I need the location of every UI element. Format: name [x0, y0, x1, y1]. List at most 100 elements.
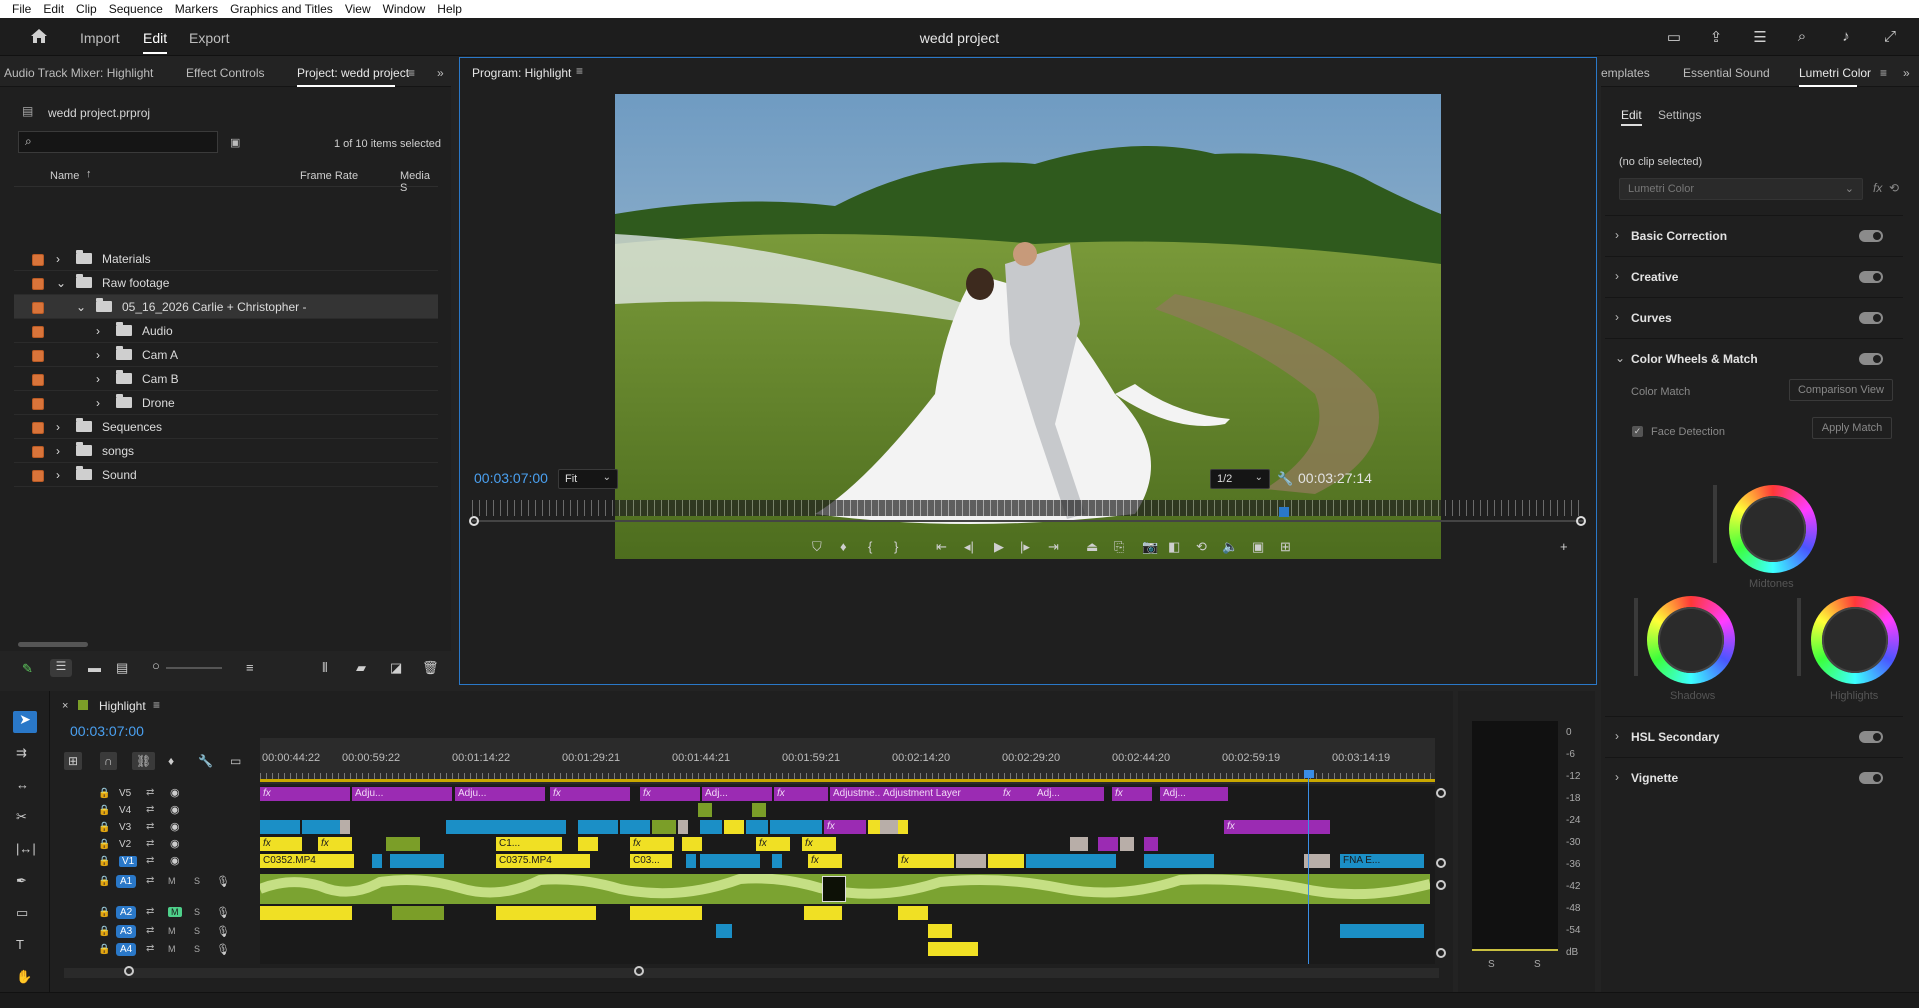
toggle-switch[interactable] [1859, 772, 1883, 784]
timeline-clip[interactable] [772, 854, 782, 868]
project-item-row[interactable]: › Audio [14, 319, 438, 343]
timeline-clip[interactable]: fx [550, 787, 630, 801]
project-item-row[interactable]: › Drone [14, 391, 438, 415]
timeline-clip[interactable]: fx [756, 837, 790, 851]
timeline-playhead-handle[interactable] [1304, 770, 1314, 778]
highlights-slider[interactable] [1797, 598, 1801, 676]
toggle-switch[interactable] [1859, 230, 1883, 242]
zoom-slider[interactable] [166, 667, 222, 669]
program-zoom-bar[interactable] [472, 520, 1584, 522]
microphone-icon[interactable]: 🎙 [216, 943, 230, 956]
track-name[interactable]: V4 [119, 805, 131, 816]
new-bin-icon[interactable]: ▰ [356, 660, 366, 676]
scroll-handle-icon[interactable] [1436, 948, 1446, 958]
selection-tool-icon[interactable]: ➤ [13, 711, 37, 733]
section-color-wheels[interactable]: ⌄ Color Wheels & Match [1605, 338, 1903, 378]
new-item-icon[interactable]: ◪ [390, 660, 402, 676]
timeline-clip[interactable] [700, 854, 760, 868]
go-to-in-icon[interactable]: ⇤ [936, 539, 947, 555]
timeline-clip[interactable]: fx [630, 837, 674, 851]
timeline-clip[interactable]: C03... [630, 854, 672, 868]
label-color-swatch[interactable] [32, 422, 44, 434]
project-item-row[interactable]: › Sequences [14, 415, 438, 439]
transition-marker[interactable] [822, 876, 846, 902]
column-name[interactable]: Name [50, 170, 79, 182]
lock-icon[interactable]: 🔒 [98, 805, 110, 816]
timeline-clip[interactable]: Adj... [1034, 787, 1104, 801]
menu-clip[interactable]: Clip [70, 0, 103, 18]
timeline-clip[interactable]: fx [774, 787, 828, 801]
label-color-swatch[interactable] [32, 254, 44, 266]
timeline-clip[interactable] [698, 803, 712, 817]
timeline-playhead-line[interactable] [1308, 776, 1309, 964]
timeline-clip[interactable]: C0352.MP4 [260, 854, 354, 868]
midtones-slider[interactable] [1713, 485, 1717, 563]
project-scrollbar[interactable] [18, 642, 88, 647]
lumetri-subtab-edit[interactable]: Edit [1621, 108, 1642, 126]
microphone-icon[interactable]: 🎙 [216, 906, 230, 919]
timeline-clip[interactable] [988, 854, 1024, 868]
eye-icon[interactable]: ◉ [170, 803, 180, 816]
timeline-clip[interactable] [1340, 924, 1424, 938]
lock-icon[interactable]: 🔒 [98, 876, 110, 887]
label-color-swatch[interactable] [32, 326, 44, 338]
slip-tool-icon[interactable]: |↔| [16, 841, 36, 856]
track-name[interactable]: V1 [119, 856, 138, 867]
timeline-clip[interactable] [372, 854, 382, 868]
new-bin-search-icon[interactable]: ▣ [230, 136, 240, 149]
mute-button[interactable]: M [168, 926, 176, 936]
rectangle-tool-icon[interactable]: ▭ [16, 905, 28, 921]
timeline-clip[interactable] [682, 837, 702, 851]
mute-button[interactable]: M [168, 876, 176, 886]
timeline-clip[interactable]: C1... [496, 837, 562, 851]
section-creative[interactable]: › Creative [1605, 256, 1903, 296]
timeline-clip[interactable]: C0375.MP4 [496, 854, 590, 868]
safe-margins-icon[interactable]: ▣ [1252, 539, 1264, 555]
zoom-slider-icon[interactable]: ○ [152, 658, 160, 673]
timeline-clip[interactable]: fx [640, 787, 700, 801]
shadows-wheel[interactable] [1647, 596, 1735, 684]
wrench-icon[interactable]: 🔧 [1277, 471, 1293, 487]
chevron-right-icon[interactable]: › [56, 252, 60, 266]
timeline-clip[interactable]: fx [898, 854, 954, 868]
lock-icon[interactable]: 🔒 [98, 944, 110, 955]
scrollbar-handle-right[interactable] [634, 966, 644, 976]
menu-view[interactable]: View [339, 0, 377, 18]
chevron-right-icon[interactable]: › [56, 468, 60, 482]
timeline-clip[interactable] [392, 906, 444, 920]
timeline-clip[interactable] [578, 837, 598, 851]
sync-lock-icon[interactable]: ⇄ [146, 906, 154, 917]
timeline-clip[interactable] [260, 906, 352, 920]
delete-icon[interactable]: 🗑 [422, 660, 439, 676]
sync-lock-icon[interactable]: ⇄ [146, 838, 154, 849]
label-color-swatch[interactable] [32, 350, 44, 362]
search-icon[interactable]: ⌕ [1792, 28, 1812, 46]
timeline-clip[interactable] [804, 906, 842, 920]
add-marker-icon[interactable]: ♦ [840, 539, 847, 554]
lumetri-effect-dropdown[interactable]: Lumetri Color ⌄ [1619, 178, 1863, 200]
meter-solo-right[interactable]: S [1534, 959, 1541, 970]
nest-toggle-icon[interactable]: ⊞ [64, 752, 83, 770]
toggle-switch[interactable] [1859, 353, 1883, 365]
resolution-dropdown[interactable]: 1/2 ⌄ [1210, 469, 1270, 489]
sync-lock-icon[interactable]: ⇄ [146, 821, 154, 832]
program-ruler[interactable] [472, 500, 1584, 516]
monitor-menu-icon[interactable]: ≡ [576, 64, 583, 78]
timeline-clip[interactable] [652, 820, 676, 834]
solo-button[interactable]: S [194, 926, 200, 936]
timeline-clip[interactable]: fx [802, 837, 836, 851]
timeline-clip[interactable] [956, 854, 986, 868]
fullscreen-icon[interactable]: ⤢ [1880, 28, 1900, 46]
pen-tool-icon[interactable]: ✒ [16, 873, 27, 889]
project-item-row[interactable]: › Cam B [14, 367, 438, 391]
scroll-handle-icon[interactable] [1436, 858, 1446, 868]
track-name[interactable]: A3 [116, 925, 137, 938]
section-basic-correction[interactable]: › Basic Correction [1605, 215, 1903, 255]
project-item-row[interactable]: ⌄ Raw footage [14, 271, 438, 295]
menu-file[interactable]: File [6, 0, 37, 18]
timeline-clip[interactable] [1098, 837, 1118, 851]
timeline-clip[interactable] [446, 820, 566, 834]
timeline-clip[interactable]: fx [260, 837, 302, 851]
sort-icons-icon[interactable]: ≡ [246, 660, 254, 675]
section-vignette[interactable]: › Vignette [1605, 757, 1903, 797]
